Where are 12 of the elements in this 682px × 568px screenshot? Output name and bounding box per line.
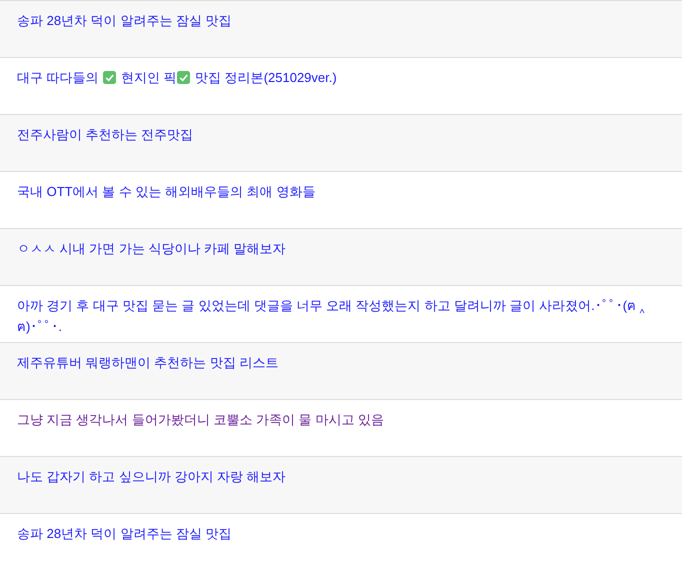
- post-title-link[interactable]: 그냥 지금 생각나서 들어가봤더니 코뿔소 가족이 물 마시고 있음: [17, 409, 384, 430]
- post-title-link[interactable]: 송파 28년차 덕이 알려주는 잠실 맛집: [17, 10, 232, 31]
- post-title-link[interactable]: 나도 갑자기 하고 싶으니까 강아지 자랑 해보자: [17, 466, 286, 487]
- post-title-link[interactable]: 송파 28년차 덕이 알려주는 잠실 맛집: [17, 523, 232, 544]
- post-title-link[interactable]: 아까 경기 후 대구 맛집 묻는 글 있었는데 댓글을 너무 오래 작성했는지 하고 달려니까 글이 사라졌어.･ﾟﾟ･(ฅ ‸ ฅ)･ﾟﾟ･.: [17, 295, 665, 337]
- post-title-link[interactable]: ㅇㅅㅅ 시내 가면 가는 식당이나 카페 말해보자: [17, 238, 286, 259]
- checkmark-icon: [177, 71, 190, 84]
- checkmark-icon: [103, 71, 116, 84]
- post-title-link[interactable]: 전주사람이 추천하는 전주맛집: [17, 124, 194, 145]
- post-title-link[interactable]: 제주유튜버 뭐랭하맨이 추천하는 맛집 리스트: [17, 352, 278, 373]
- post-title-link[interactable]: 대구 따다들의 현지인 픽 맛집 정리본(251029ver.): [17, 67, 337, 88]
- post-title-link[interactable]: 국내 OTT에서 볼 수 있는 해외배우들의 최애 영화들: [17, 181, 316, 202]
